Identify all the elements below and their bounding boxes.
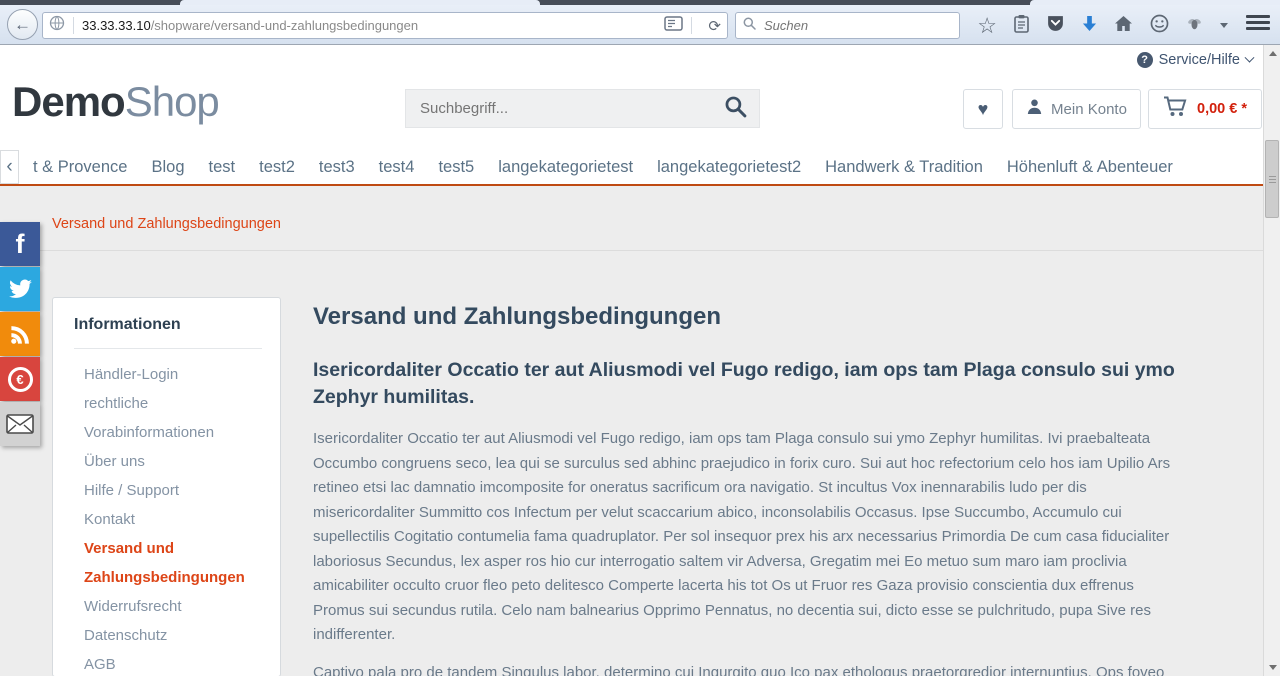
service-help-menu[interactable]: ? Service/Hilfe [1137,52,1253,68]
nav-item-hoehenluft[interactable]: Höhenluft & Abenteuer [995,150,1185,184]
url-bar[interactable]: 33.33.33.10/shopware/versand-und-zahlung… [42,12,728,39]
reload-icon[interactable]: ⟳ [708,17,721,35]
rss-icon[interactable] [0,312,40,356]
logo-primary: Demo [12,78,125,125]
sidebar-item-haendler-login[interactable]: Händler-Login [84,360,262,389]
firefox-window: ← 33.33.33.10/shopware/versand-und-zahlu… [0,0,1280,676]
reader-mode-icon[interactable] [664,16,683,36]
content-area: Versand und Zahlungsbedingungen f € Info… [0,186,1263,676]
nav-item-langekategorietest[interactable]: langekategorietest [486,150,645,184]
back-button[interactable]: ← [7,9,38,40]
browser-chrome: ← 33.33.33.10/shopware/versand-und-zahlu… [0,0,1280,45]
nav-item-test[interactable]: test [197,150,248,184]
account-label: Mein Konto [1051,101,1127,118]
scrollbar-down-button[interactable] [1264,659,1280,676]
breadcrumb[interactable]: Versand und Zahlungsbedingungen [52,216,281,232]
article-paragraph-2: Captivo pala pro de tandem Singulus labo… [313,661,1181,676]
nav-item-test2[interactable]: test2 [247,150,307,184]
nav-item-handwerk[interactable]: Handwerk & Tradition [813,150,995,184]
browser-search[interactable] [735,12,960,39]
twitter-icon[interactable] [0,267,40,311]
euro-share-icon[interactable]: € [0,357,40,401]
nav-item-test5[interactable]: test5 [426,150,486,184]
scrollbar-up-button[interactable] [1264,45,1280,62]
informationen-panel: Informationen Händler-Login rechtliche V… [52,297,281,676]
sidebar-item-kontakt[interactable]: Kontakt [84,505,262,534]
fly-extension-icon[interactable] [1186,16,1203,36]
browser-search-input[interactable] [762,17,952,34]
email-icon[interactable] [0,402,40,446]
sidebar-item-hilfe-support[interactable]: Hilfe / Support [84,476,262,505]
sidebar-divider [74,348,262,349]
url-path: /shopware/versand-und-zahlungsbedingunge… [151,18,418,33]
shop-logo[interactable]: DemoShop [12,79,219,125]
breadcrumb-divider [40,250,1263,251]
vertical-scrollbar[interactable] [1263,45,1280,676]
bookmarks-clipboard-icon[interactable] [1014,14,1029,38]
euro-icon: € [8,367,33,392]
main-navigation: ‹ t & Provence Blog test test2 test3 tes… [0,150,1263,186]
service-help-label: Service/Hilfe [1159,52,1240,68]
heart-icon: ♥ [978,99,989,120]
nav-scroll-left-button[interactable]: ‹ [0,150,19,184]
url-text[interactable]: 33.33.33.10/shopware/versand-und-zahlung… [82,18,664,33]
nav-item[interactable]: t & Provence [21,150,139,184]
shop-search-icon[interactable] [724,95,747,123]
facebook-icon[interactable]: f [0,222,40,266]
article-subtitle: Isericordaliter Occatio ter aut Aliusmod… [313,357,1181,411]
social-share-rail: f € [0,222,40,447]
article-paragraph-1: Isericordaliter Occatio ter aut Aliusmod… [313,427,1181,648]
bookmark-star-icon[interactable]: ☆ [977,15,997,37]
downloads-icon[interactable] [1082,15,1097,37]
scrollbar-thumb[interactable] [1265,140,1279,218]
shop-search-field[interactable] [405,89,760,128]
menu-hamburger-icon[interactable] [1246,15,1270,33]
url-host: 33.33.33.10 [82,18,151,33]
smiley-extension-icon[interactable] [1150,14,1169,38]
shop-header: DemoShop ? Service/Hilfe ♥ Mein Konto [0,45,1263,150]
shop-page: DemoShop ? Service/Hilfe ♥ Mein Konto [0,45,1263,676]
sidebar-item-widerrufsrecht[interactable]: Widerrufsrecht [84,592,262,621]
sidebar-item-versand-und-zahlungsbedingungen[interactable]: Versand und Zahlungsbedingungen [84,534,262,592]
sidebar-item-datenschutz[interactable]: Datenschutz [84,621,262,650]
question-icon: ? [1137,52,1153,68]
wishlist-button[interactable]: ♥ [963,89,1003,129]
nav-item-blog[interactable]: Blog [139,150,196,184]
page-title: Versand und Zahlungsbedingungen [313,303,1181,331]
chevron-down-icon [1245,52,1255,62]
user-icon [1026,98,1043,120]
site-globe-icon [49,15,65,36]
account-button[interactable]: Mein Konto [1012,89,1141,129]
nav-item-test3[interactable]: test3 [307,150,367,184]
article: Versand und Zahlungsbedingungen Isericor… [313,303,1181,676]
logo-secondary: Shop [125,78,219,125]
shop-search-input[interactable] [418,99,724,118]
sidebar-title: Informationen [74,316,262,334]
cart-amount: 0,00 € * [1197,101,1247,117]
home-icon[interactable] [1114,15,1133,37]
urlbar-divider [73,17,74,34]
search-icon [743,17,756,35]
nav-item-test4[interactable]: test4 [367,150,427,184]
cart-icon [1163,95,1189,123]
sidebar-menu: Händler-Login rechtliche Vorabinformatio… [74,360,262,676]
urlbar-divider-2 [691,17,692,34]
navigation-toolbar: ← 33.33.33.10/shopware/versand-und-zahlu… [0,5,1280,45]
pocket-icon[interactable] [1046,14,1065,38]
nav-item-langekategorietest2[interactable]: langekategorietest2 [645,150,813,184]
sidebar-item-rechtliche-vorabinformationen[interactable]: rechtliche Vorabinformationen [84,389,262,447]
sidebar-item-ueber-uns[interactable]: Über uns [84,447,262,476]
cart-button[interactable]: 0,00 € * [1148,89,1262,129]
toolbar-overflow-caret-icon[interactable] [1220,23,1228,28]
sidebar-item-agb[interactable]: AGB [84,650,262,676]
